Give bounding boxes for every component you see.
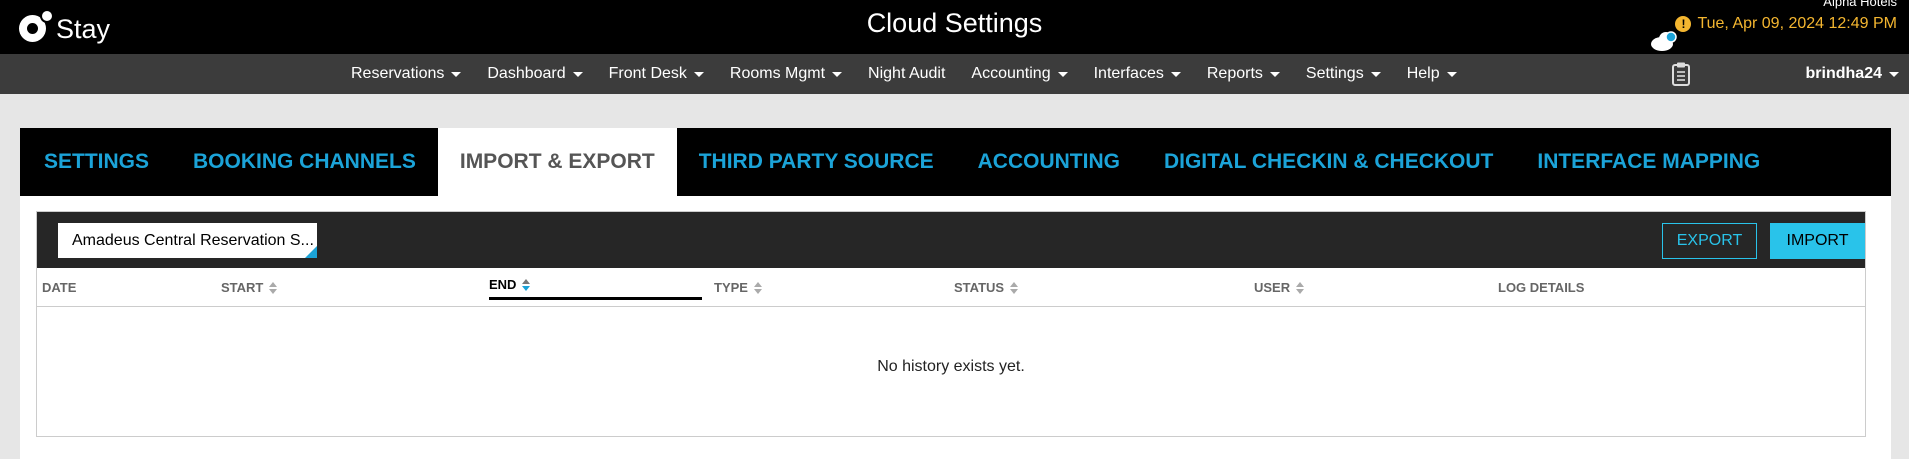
source-select-value: Amadeus Central Reservation S... — [72, 232, 314, 249]
nav-item-front-desk[interactable]: Front Desk — [609, 65, 704, 83]
nav-item-reports[interactable]: Reports — [1207, 65, 1280, 83]
tab-booking-channels[interactable]: BOOKING CHANNELS — [171, 128, 438, 196]
nav-item-help[interactable]: Help — [1407, 65, 1457, 83]
tab-third-party-source[interactable]: THIRD PARTY SOURCE — [677, 128, 956, 196]
chevron-down-icon — [1057, 71, 1068, 77]
tab-settings[interactable]: SETTINGS — [22, 128, 171, 196]
username: brindha24 — [1805, 65, 1882, 82]
column-header-start[interactable]: START — [221, 280, 278, 295]
export-button[interactable]: EXPORT — [1662, 223, 1757, 259]
sort-icon — [269, 281, 278, 294]
chevron-down-icon — [1170, 71, 1181, 77]
user-menu[interactable]: brindha24 — [1806, 54, 1899, 94]
chevron-down-icon — [693, 71, 704, 77]
column-header-end[interactable]: END — [489, 277, 531, 292]
column-header-log-details: LOG DETAILS — [1498, 280, 1585, 295]
import-button[interactable]: IMPORT — [1770, 223, 1865, 259]
chevron-down-icon — [1446, 71, 1457, 77]
page-title: Cloud Settings — [866, 8, 1043, 38]
active-sort-indicator — [489, 297, 702, 300]
sort-desc-icon — [522, 278, 531, 291]
history-table-header: DATE START END TYPE STATUS USER LOG DETA… — [37, 268, 1865, 307]
column-header-date[interactable]: DATE — [42, 280, 76, 295]
settings-tabs: SETTINGS BOOKING CHANNELS IMPORT & EXPOR… — [20, 128, 1891, 196]
column-header-type[interactable]: TYPE — [714, 280, 762, 295]
nav-item-night-audit[interactable]: Night Audit — [868, 65, 945, 83]
column-header-user[interactable]: USER — [1254, 280, 1305, 295]
datetime-text: Tue, Apr 09, 2024 12:49 PM — [1697, 15, 1897, 32]
chevron-down-icon — [1370, 71, 1381, 77]
chevron-down-icon — [1889, 71, 1899, 77]
nav-item-reservations[interactable]: Reservations — [351, 65, 462, 83]
nav-item-interfaces[interactable]: Interfaces — [1094, 65, 1181, 83]
source-select[interactable]: Amadeus Central Reservation S... — [58, 223, 317, 258]
nav-item-rooms-mgmt[interactable]: Rooms Mgmt — [730, 65, 843, 83]
dropdown-corner-icon — [305, 246, 317, 258]
import-export-panel: Amadeus Central Reservation S... EXPORT … — [36, 211, 1866, 437]
nav-item-dashboard[interactable]: Dashboard — [487, 65, 583, 83]
chevron-down-icon — [572, 71, 583, 77]
sort-icon — [1010, 281, 1019, 294]
settings-card: SETTINGS BOOKING CHANNELS IMPORT & EXPOR… — [20, 128, 1891, 459]
current-datetime: ! Tue, Apr 09, 2024 12:49 PM — [1675, 15, 1897, 33]
tab-accounting[interactable]: ACCOUNTING — [956, 128, 1142, 196]
nav-item-settings[interactable]: Settings — [1306, 65, 1381, 83]
nav-item-accounting[interactable]: Accounting — [971, 65, 1068, 83]
chevron-down-icon — [832, 71, 843, 77]
cloud-sync-icon[interactable] — [1650, 30, 1678, 52]
sort-icon — [753, 281, 762, 294]
clipboard-icon[interactable] — [1672, 62, 1690, 86]
top-header: Stay Cloud Settings Alpha Hotels ! Tue, … — [0, 0, 1909, 54]
chevron-down-icon — [451, 71, 462, 77]
sort-icon — [1296, 281, 1305, 294]
panel-toolbar: Amadeus Central Reservation S... EXPORT … — [37, 212, 1865, 268]
tab-interface-mapping[interactable]: INTERFACE MAPPING — [1515, 128, 1782, 196]
hotel-name[interactable]: Alpha Hotels — [1823, 0, 1897, 9]
chevron-down-icon — [1269, 71, 1280, 77]
tab-digital-checkin-checkout[interactable]: DIGITAL CHECKIN & CHECKOUT — [1142, 128, 1515, 196]
nav-menu: Reservations Dashboard Front Desk Rooms … — [351, 54, 1483, 94]
empty-history-message: No history exists yet. — [877, 358, 1025, 375]
column-header-status[interactable]: STATUS — [954, 280, 1019, 295]
main-nav: Reservations Dashboard Front Desk Rooms … — [0, 54, 1909, 94]
tab-import-export[interactable]: IMPORT & EXPORT — [437, 128, 677, 196]
